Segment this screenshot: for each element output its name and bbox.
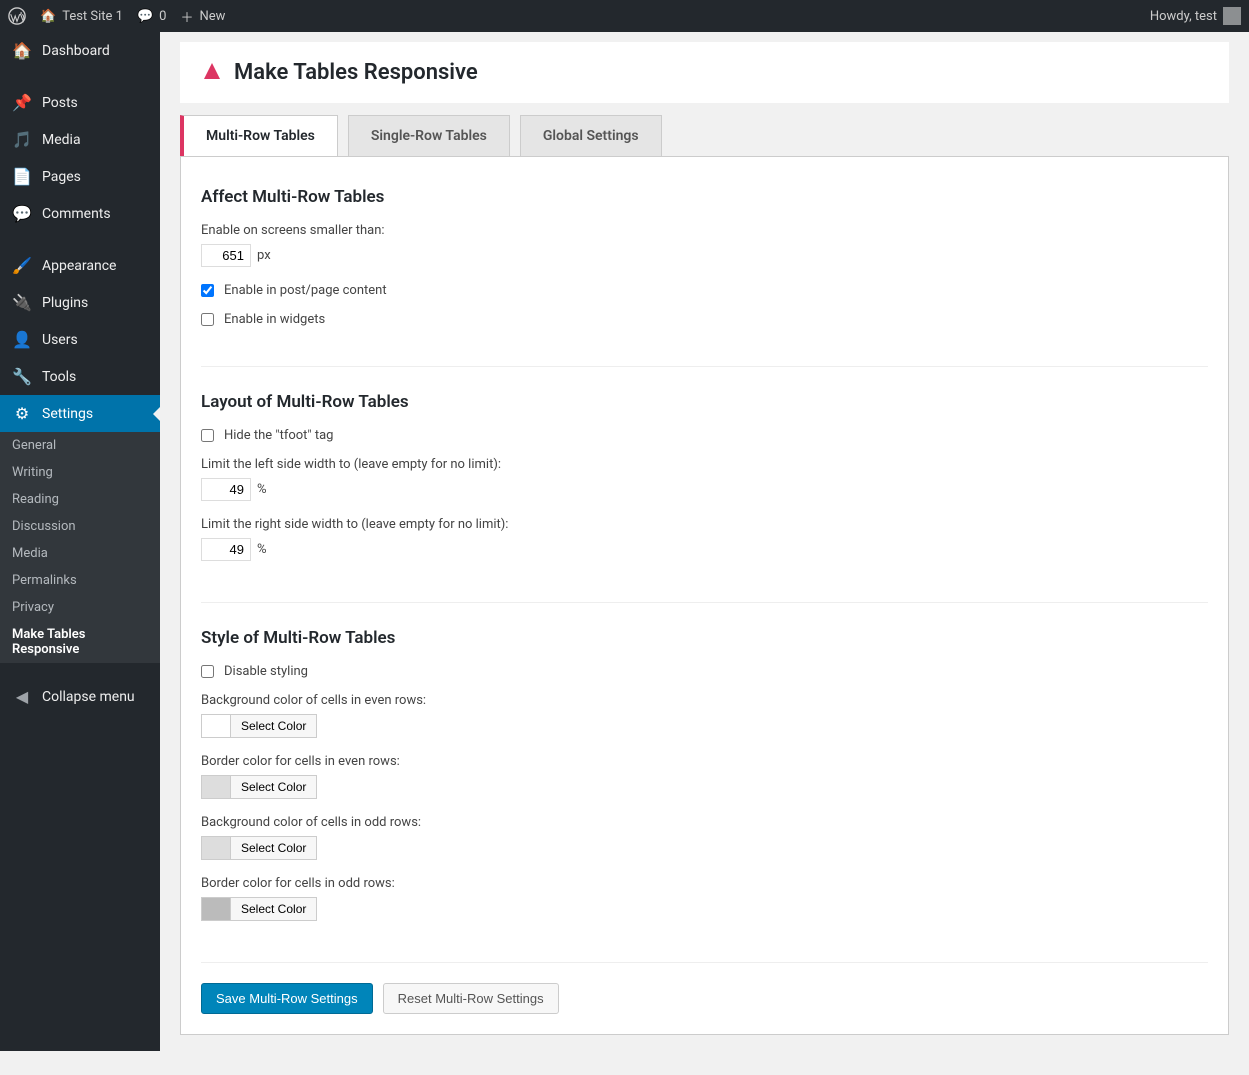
menu-media[interactable]: 🎵Media <box>0 121 160 158</box>
menu-settings[interactable]: ⚙Settings <box>0 395 160 432</box>
right-limit-label: Limit the right side width to (leave emp… <box>201 517 1208 532</box>
submenu-reading[interactable]: Reading <box>0 486 160 513</box>
menu-tools[interactable]: 🔧Tools <box>0 358 160 395</box>
brush-icon: 🖌️ <box>12 256 32 275</box>
comment-icon: 💬 <box>137 9 153 24</box>
avatar <box>1223 7 1241 25</box>
plus-icon: ＋ <box>180 7 193 26</box>
right-limit-unit: % <box>257 542 267 557</box>
bg-odd-label: Background color of cells in odd rows: <box>201 815 1208 830</box>
comments-count: 0 <box>159 9 166 24</box>
border-even-label: Border color for cells in even rows: <box>201 754 1208 769</box>
site-name: Test Site 1 <box>62 9 123 24</box>
pin-icon: 📌 <box>12 93 32 112</box>
left-limit-label: Limit the left side width to (leave empt… <box>201 457 1208 472</box>
dashboard-icon: 🏠 <box>12 41 32 60</box>
submenu-media[interactable]: Media <box>0 540 160 567</box>
left-limit-unit: % <box>257 482 267 497</box>
bg-even-select-button[interactable]: Select Color <box>230 714 317 738</box>
howdy-text: Howdy, test <box>1150 9 1217 24</box>
bg-odd-swatch[interactable] <box>201 836 231 860</box>
border-even-select-button[interactable]: Select Color <box>230 775 317 799</box>
right-limit-input[interactable] <box>201 538 251 561</box>
site-link[interactable]: 🏠 Test Site 1 <box>40 9 123 24</box>
divider <box>201 962 1208 963</box>
left-limit-input[interactable] <box>201 478 251 501</box>
menu-separator <box>0 237 160 242</box>
save-button[interactable]: Save Multi-Row Settings <box>201 983 373 1014</box>
menu-separator <box>0 74 160 79</box>
media-icon: 🎵 <box>12 130 32 149</box>
section-style-heading: Style of Multi-Row Tables <box>201 628 1208 648</box>
comment-icon: 💬 <box>12 204 32 223</box>
bg-even-label: Background color of cells in even rows: <box>201 693 1208 708</box>
home-icon: 🏠 <box>40 9 56 24</box>
menu-plugins[interactable]: 🔌Plugins <box>0 284 160 321</box>
sliders-icon: ⚙ <box>12 404 32 423</box>
page-title: Make Tables Responsive <box>234 60 478 85</box>
menu-posts[interactable]: 📌Posts <box>0 84 160 121</box>
enable-on-input[interactable] <box>201 244 251 267</box>
border-odd-swatch[interactable] <box>201 897 231 921</box>
collapse-icon: ◀ <box>12 687 32 706</box>
section-affect: Affect Multi-Row Tables Enable on screen… <box>201 177 1208 366</box>
submenu-privacy[interactable]: Privacy <box>0 594 160 621</box>
menu-dashboard[interactable]: 🏠Dashboard <box>0 32 160 69</box>
submenu-discussion[interactable]: Discussion <box>0 513 160 540</box>
enable-widgets-label: Enable in widgets <box>224 312 325 327</box>
tab-multi-row[interactable]: Multi-Row Tables <box>180 115 338 156</box>
enable-on-label: Enable on screens smaller than: <box>201 223 1208 238</box>
submenu-make-tables[interactable]: Make Tables Responsive <box>0 621 160 663</box>
tab-global[interactable]: Global Settings <box>520 115 662 156</box>
submenu-writing[interactable]: Writing <box>0 459 160 486</box>
section-layout-heading: Layout of Multi-Row Tables <box>201 392 1208 412</box>
reset-button[interactable]: Reset Multi-Row Settings <box>383 983 559 1014</box>
wp-logo[interactable] <box>8 7 26 25</box>
enable-widgets-checkbox[interactable] <box>201 313 214 326</box>
menu-users[interactable]: 👤Users <box>0 321 160 358</box>
hide-tfoot-label: Hide the "tfoot" tag <box>224 428 333 443</box>
menu-appearance[interactable]: 🖌️Appearance <box>0 247 160 284</box>
section-style: Style of Multi-Row Tables Disable stylin… <box>201 602 1208 962</box>
howdy-link[interactable]: Howdy, test <box>1150 7 1241 25</box>
tab-single-row[interactable]: Single-Row Tables <box>348 115 510 156</box>
new-label: New <box>199 9 225 24</box>
section-affect-heading: Affect Multi-Row Tables <box>201 187 1208 207</box>
new-link[interactable]: ＋ New <box>180 7 225 26</box>
border-odd-select-button[interactable]: Select Color <box>230 897 317 921</box>
comments-link[interactable]: 💬 0 <box>137 9 167 24</box>
menu-separator <box>0 668 160 673</box>
wrench-icon: 🔧 <box>12 367 32 386</box>
menu-comments[interactable]: 💬Comments <box>0 195 160 232</box>
disable-styling-checkbox[interactable] <box>201 665 214 678</box>
submenu-permalinks[interactable]: Permalinks <box>0 567 160 594</box>
bg-odd-select-button[interactable]: Select Color <box>230 836 317 860</box>
hide-tfoot-checkbox[interactable] <box>201 429 214 442</box>
enable-content-label: Enable in post/page content <box>224 283 387 298</box>
section-layout: Layout of Multi-Row Tables Hide the "tfo… <box>201 366 1208 602</box>
submenu-general[interactable]: General <box>0 432 160 459</box>
user-icon: 👤 <box>12 330 32 349</box>
enable-content-checkbox[interactable] <box>201 284 214 297</box>
border-even-swatch[interactable] <box>201 775 231 799</box>
border-odd-label: Border color for cells in odd rows: <box>201 876 1208 891</box>
bg-even-swatch[interactable] <box>201 714 231 738</box>
enable-on-unit: px <box>257 248 271 263</box>
disable-styling-label: Disable styling <box>224 664 308 679</box>
plug-icon: 🔌 <box>12 293 32 312</box>
plugin-logo-icon <box>200 61 224 85</box>
menu-collapse[interactable]: ◀Collapse menu <box>0 678 160 715</box>
menu-pages[interactable]: 📄Pages <box>0 158 160 195</box>
page-header: Make Tables Responsive <box>180 42 1229 103</box>
page-icon: 📄 <box>12 167 32 186</box>
